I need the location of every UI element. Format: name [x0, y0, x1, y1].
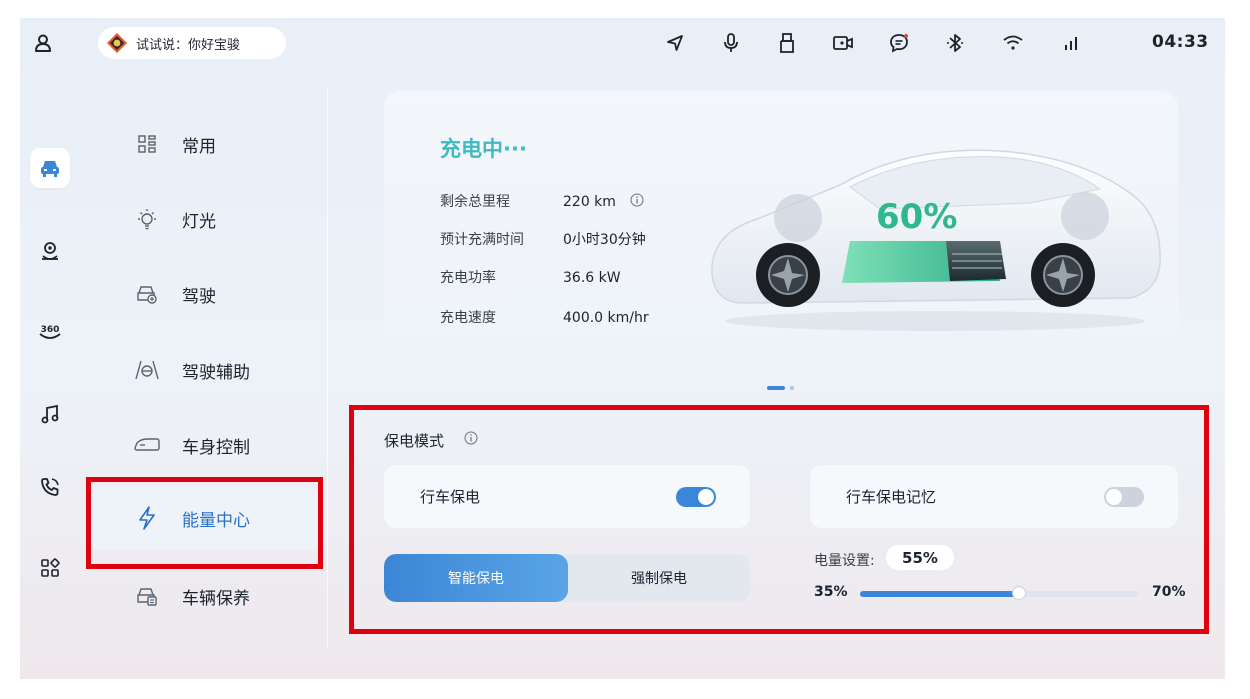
screen: 试试说：你好宝骏 04:33 360 常用 灯光 驾驶 驾驶辅助 车身控制 能量… [20, 18, 1225, 679]
pager-dot-active[interactable] [767, 386, 785, 390]
user-icon[interactable] [30, 30, 56, 56]
music-icon[interactable] [30, 395, 70, 435]
stat-charging-speed: 充电速度 400.0 km/hr [440, 307, 649, 327]
camera-icon[interactable] [830, 30, 856, 56]
stat-label: 充电功率 [440, 270, 496, 286]
menu-item-maintenance[interactable]: 车辆保养 [90, 564, 320, 628]
info-icon[interactable] [630, 193, 644, 207]
phone-icon[interactable] [30, 467, 70, 507]
stat-label: 剩余总里程 [440, 194, 510, 210]
menu-item-common[interactable]: 常用 [90, 112, 320, 176]
charging-status-title: 充电中··· [440, 137, 527, 161]
voice-hint-text: 试试说：你好宝骏 [136, 37, 241, 53]
usb-icon [774, 30, 800, 56]
stat-value: 0小时30分钟 [563, 232, 646, 248]
svg-text:360: 360 [41, 325, 60, 335]
menu-item-label: 驾驶辅助 [182, 362, 250, 383]
pager-dot[interactable] [790, 386, 794, 390]
stat-value: 400.0 km/hr [563, 310, 649, 326]
menu-item-body-control[interactable]: 车身控制 [90, 413, 320, 477]
charging-card[interactable]: 充电中··· 剩余总里程 220 km 预计充满时间 0小时30分钟 充电功率 36.… [384, 91, 1178, 370]
message-icon[interactable] [886, 30, 912, 56]
signal-icon [1059, 30, 1085, 56]
wifi-icon[interactable] [1000, 30, 1026, 56]
assistant-logo-icon [107, 33, 127, 53]
highlight-box-power-save [349, 405, 1209, 634]
car-drive-icon [132, 279, 162, 309]
car-battery-illustration [711, 149, 1161, 331]
car-icon[interactable] [30, 148, 70, 188]
menu-item-label: 常用 [182, 136, 216, 157]
apps-icon[interactable] [30, 548, 70, 588]
voice-assistant-pill[interactable]: 试试说：你好宝骏 [98, 27, 286, 59]
status-bar: 试试说：你好宝骏 04:33 [20, 18, 1225, 68]
microphone-icon[interactable] [718, 30, 744, 56]
menu-item-lights[interactable]: 灯光 [90, 187, 320, 251]
menu-item-label: 灯光 [182, 211, 216, 232]
battery-percentage: 60% [876, 197, 958, 237]
360-view-icon[interactable]: 360 [30, 313, 70, 353]
menu-divider [327, 88, 328, 648]
stat-value: 220 km [563, 194, 616, 210]
driving-assist-icon [132, 355, 162, 385]
menu-item-driving-assist[interactable]: 驾驶辅助 [90, 338, 320, 402]
clock: 04:33 [1152, 32, 1209, 52]
car-body-icon [132, 430, 162, 460]
stat-time-to-full: 预计充满时间 0小时30分钟 [440, 229, 646, 249]
menu-item-drive[interactable]: 驾驶 [90, 262, 320, 326]
location-pin-icon[interactable] [30, 231, 70, 271]
menu-item-label: 车身控制 [182, 437, 250, 458]
highlight-box-menu [86, 477, 323, 569]
stat-value: 36.6 kW [563, 270, 621, 286]
stat-charging-power: 充电功率 36.6 kW [440, 267, 621, 287]
bluetooth-icon[interactable] [942, 30, 968, 56]
light-bulb-icon [132, 204, 162, 234]
car-maintenance-icon [132, 581, 162, 611]
stat-label: 预计充满时间 [440, 232, 524, 248]
menu-item-label: 驾驶 [182, 286, 216, 307]
grid-icon [132, 129, 162, 159]
menu-item-label: 车辆保养 [182, 588, 250, 609]
navigation-icon[interactable] [662, 30, 688, 56]
stat-remaining-range: 剩余总里程 220 km [440, 191, 644, 211]
stat-label: 充电速度 [440, 310, 496, 326]
